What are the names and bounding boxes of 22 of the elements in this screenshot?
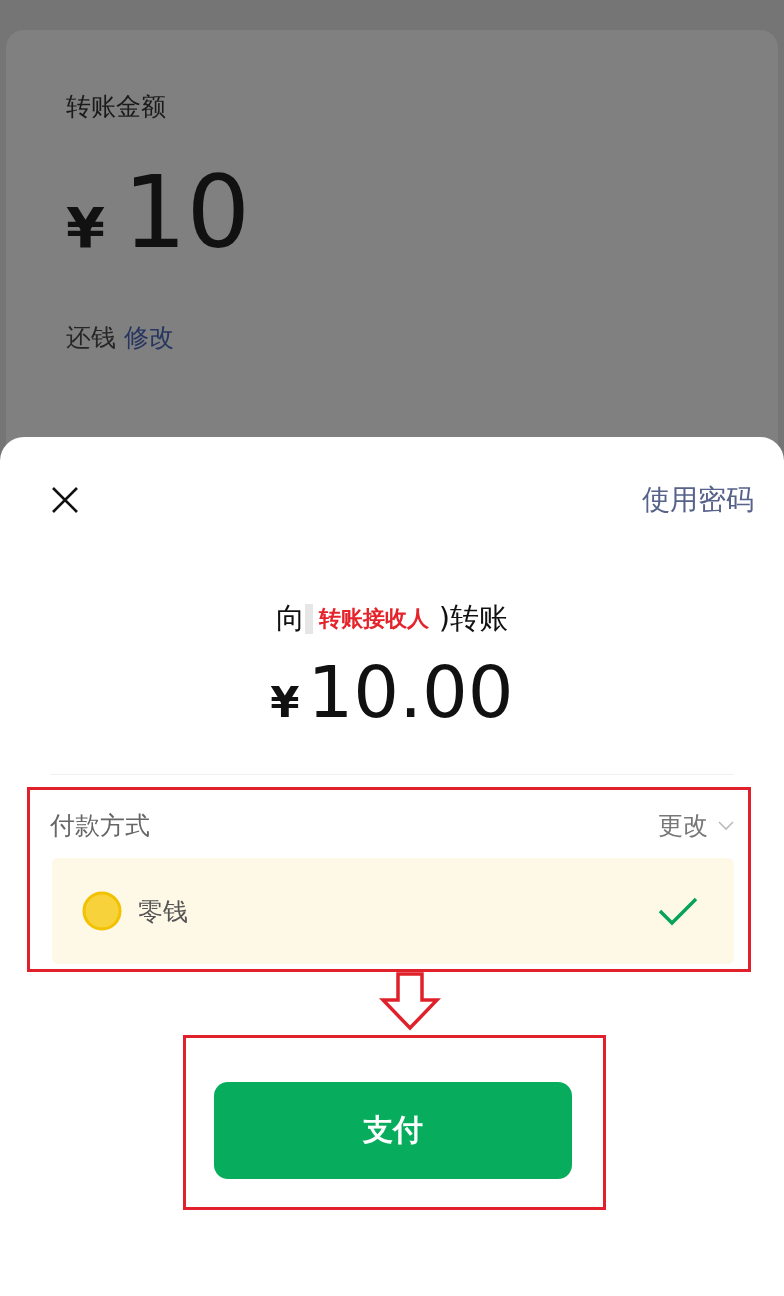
edit-link[interactable]: 修改 (124, 321, 174, 354)
use-password-link[interactable]: 使用密码 (642, 481, 754, 519)
blurred-name (304, 604, 313, 634)
recipient-label: 转账接收人 (318, 605, 429, 633)
amount-text: 10 (122, 163, 251, 263)
change-button[interactable]: 更改 (658, 809, 734, 843)
close-button[interactable] (50, 485, 80, 515)
payment-option[interactable]: 零钱 (52, 858, 734, 965)
transfer-prefix: 向 (275, 600, 305, 637)
transfer-suffix: )转账 (438, 600, 509, 637)
close-icon (50, 485, 80, 515)
down-arrow-icon (379, 972, 441, 1032)
pay-button[interactable]: 支付 (214, 1082, 572, 1180)
amount-label: 转账金额 (66, 91, 167, 123)
transfer-note: 还钱 (66, 322, 116, 354)
chevron-down-icon (718, 820, 734, 831)
payment-method-label: 付款方式 (50, 810, 150, 843)
currency-symbol: ¥ (66, 195, 105, 260)
coin-icon (82, 891, 122, 932)
currency-symbol: ¥ (270, 678, 300, 727)
amount-text: 10.00 (307, 653, 514, 733)
checkmark-icon (658, 896, 698, 927)
